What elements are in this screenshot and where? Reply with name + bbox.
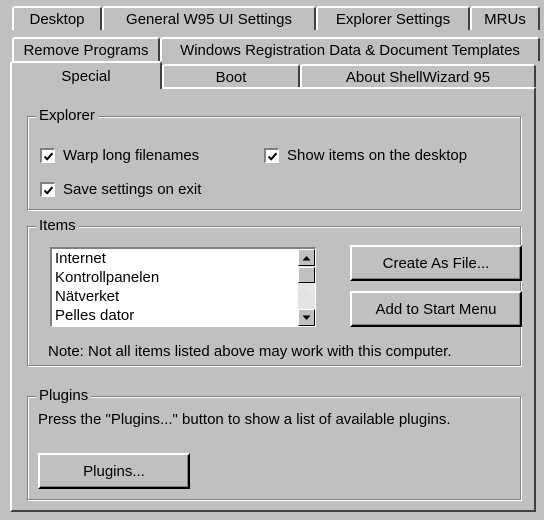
tab-special[interactable]: Special <box>10 61 162 89</box>
tab-label: Remove Programs <box>23 41 149 59</box>
tab-boot[interactable]: Boot <box>162 64 300 88</box>
check-mark-icon <box>43 186 53 195</box>
checkbox-box[interactable] <box>40 148 55 163</box>
tab-desktop[interactable]: Desktop <box>12 6 102 30</box>
explorer-group-title: Explorer <box>36 107 98 125</box>
check-mark-icon <box>43 152 53 161</box>
create-as-file-label: Create As File... <box>382 254 490 272</box>
check-mark-icon <box>267 152 277 161</box>
checkbox-box[interactable] <box>264 148 279 163</box>
scroll-down-button[interactable] <box>298 309 315 326</box>
tab-about-shellwizard[interactable]: About ShellWizard 95 <box>300 64 536 88</box>
save-settings-on-exit-checkbox[interactable]: Save settings on exit <box>40 181 201 198</box>
list-item[interactable]: Pelles dator <box>52 306 315 325</box>
items-group-title: Items <box>36 217 79 235</box>
scroll-thumb[interactable] <box>298 267 315 283</box>
show-items-on-desktop-label: Show items on the desktop <box>287 147 468 164</box>
list-item[interactable]: Nätverket <box>52 287 315 306</box>
plugins-button-label: Plugins... <box>83 462 145 480</box>
tab-label: Windows Registration Data & Document Tem… <box>180 41 520 59</box>
tab-mrus[interactable]: MRUs <box>470 6 540 30</box>
show-items-on-desktop-checkbox[interactable]: Show items on the desktop <box>264 147 467 164</box>
list-item[interactable]: Internet <box>52 249 315 268</box>
plugins-group-title: Plugins <box>36 387 92 405</box>
tab-remove-programs[interactable]: Remove Programs <box>12 37 160 61</box>
tab-label: Explorer Settings <box>335 10 451 28</box>
tab-explorer-settings[interactable]: Explorer Settings <box>316 6 470 30</box>
tab-general-w95-ui-settings[interactable]: General W95 UI Settings <box>102 6 316 30</box>
tab-label: General W95 UI Settings <box>126 10 292 28</box>
tab-label: Special <box>61 67 111 85</box>
explorer-group: Explorer Warp long filenames Show items … <box>27 107 521 210</box>
items-listbox[interactable]: Internet Kontrollpanelen Nätverket Pelle… <box>50 247 316 327</box>
items-scrollbar[interactable] <box>298 249 315 326</box>
wrap-long-filenames-checkbox[interactable]: Warp long filenames <box>40 147 199 164</box>
tab-label: Boot <box>215 68 247 86</box>
tab-label: Desktop <box>29 10 85 28</box>
checkbox-box[interactable] <box>40 182 55 197</box>
items-group: Items Internet Kontrollpanelen Nätverket… <box>27 217 522 366</box>
wrap-long-filenames-label: Warp long filenames <box>63 147 200 164</box>
items-note: Note: Not all items listed above may wor… <box>48 343 452 360</box>
add-to-start-menu-label: Add to Start Menu <box>375 300 497 318</box>
arrow-down-icon <box>302 315 311 320</box>
arrow-up-icon <box>302 255 311 260</box>
plugins-button[interactable]: Plugins... <box>38 453 190 489</box>
plugins-group: Plugins Press the "Plugins..." button to… <box>27 387 521 500</box>
tab-windows-registration-data[interactable]: Windows Registration Data & Document Tem… <box>160 37 540 61</box>
tab-panel-special: Explorer Warp long filenames Show items … <box>10 87 536 512</box>
shellwizard-dialog: Desktop General W95 UI Settings Explorer… <box>0 0 544 520</box>
plugins-description: Press the "Plugins..." button to show a … <box>38 411 451 428</box>
save-settings-on-exit-label: Save settings on exit <box>63 181 202 198</box>
list-item[interactable]: Kontrollpanelen <box>52 268 315 287</box>
tab-label: MRUs <box>484 10 526 28</box>
scroll-up-button[interactable] <box>298 249 315 266</box>
create-as-file-button[interactable]: Create As File... <box>350 245 522 281</box>
add-to-start-menu-button[interactable]: Add to Start Menu <box>350 291 522 327</box>
tab-label: About ShellWizard 95 <box>345 68 491 86</box>
